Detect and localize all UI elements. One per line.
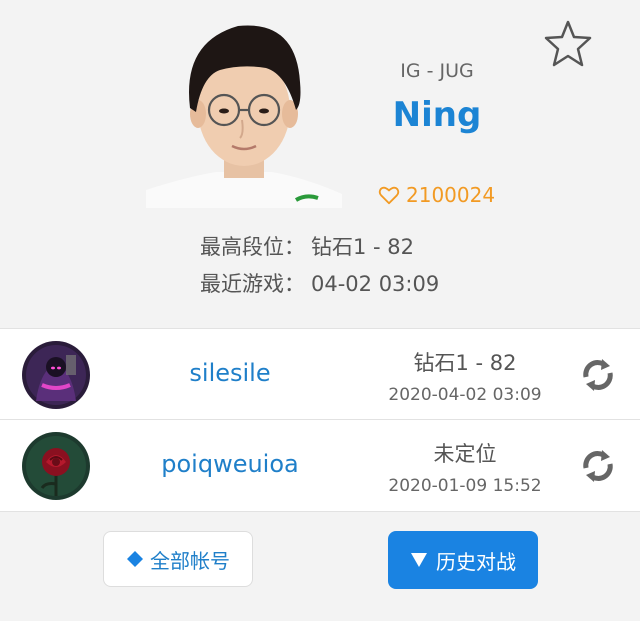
account-list: silesile 钻石1 - 82 2020-04-02 03:09 poiqw… bbox=[0, 328, 640, 512]
match-history-label: 历史对战 bbox=[436, 549, 516, 574]
likes-count: 2100024 bbox=[406, 183, 496, 207]
likes-counter[interactable]: 2100024 bbox=[378, 183, 495, 207]
account-rank: 未定位 bbox=[433, 442, 497, 466]
triangle-down-icon bbox=[411, 553, 427, 567]
team-role: IG - JUG bbox=[400, 60, 474, 82]
recent-game-label: 最近游戏： bbox=[200, 272, 305, 296]
purple-champion-avatar bbox=[22, 341, 90, 409]
player-photo bbox=[146, 12, 342, 208]
all-accounts-label: 全部帐号 bbox=[150, 548, 230, 573]
account-rank: 钻石1 - 82 bbox=[413, 351, 517, 375]
account-name: poiqweuioa bbox=[161, 450, 299, 478]
account-last-played: 2020-04-02 03:09 bbox=[388, 385, 542, 405]
highest-rank-row: 最高段位： 钻石1 - 82 bbox=[200, 231, 414, 261]
highest-rank-label: 最高段位： bbox=[200, 235, 305, 259]
match-history-button[interactable]: 历史对战 bbox=[388, 531, 538, 589]
list-item[interactable]: silesile 钻石1 - 82 2020-04-02 03:09 bbox=[0, 329, 640, 420]
list-item[interactable]: poiqweuioa 未定位 2020-01-09 15:52 bbox=[0, 420, 640, 510]
recent-game-value: 04-02 03:09 bbox=[311, 272, 440, 296]
diamond-icon bbox=[127, 551, 143, 567]
heart-outline-icon bbox=[378, 186, 400, 205]
player-name: Ning bbox=[392, 95, 482, 135]
rose-avatar bbox=[22, 432, 90, 500]
account-last-played: 2020-01-09 15:52 bbox=[388, 476, 542, 496]
all-accounts-button[interactable]: 全部帐号 bbox=[103, 531, 253, 587]
player-header: IG - JUG Ning 2100024 最高段位： 钻石1 - 82 最近游戏… bbox=[0, 0, 640, 328]
favorite-star-icon[interactable] bbox=[542, 18, 594, 70]
recent-game-row: 最近游戏： 04-02 03:09 bbox=[200, 268, 439, 298]
refresh-icon[interactable] bbox=[578, 446, 618, 486]
highest-rank-value: 钻石1 - 82 bbox=[311, 235, 415, 259]
refresh-icon[interactable] bbox=[578, 355, 618, 395]
account-name: silesile bbox=[189, 359, 271, 387]
